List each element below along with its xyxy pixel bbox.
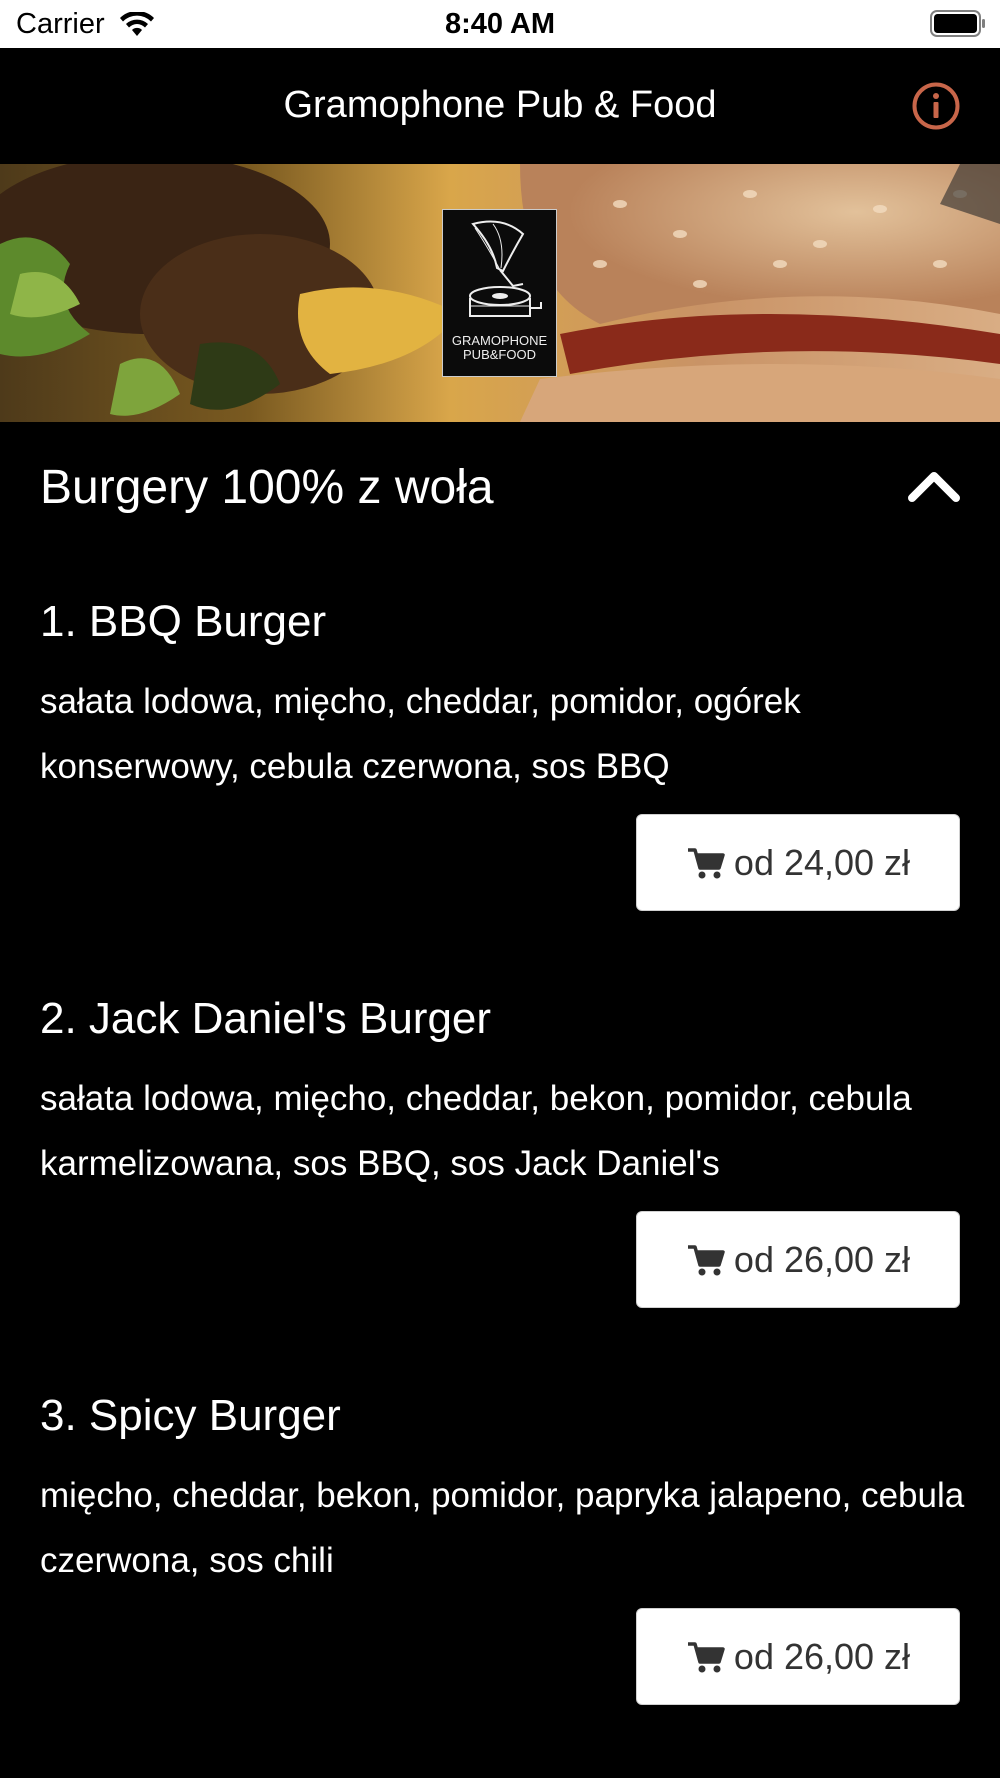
price-label: od 24,00 zł [733, 841, 911, 883]
add-to-cart-button[interactable]: od 24,00 zł [636, 814, 960, 911]
price-label: od 26,00 zł [733, 1635, 911, 1677]
gramophone-icon [469, 220, 542, 317]
chevron-up-icon[interactable] [908, 466, 960, 506]
item-description: sałata lodowa, mięcho, cheddar, bekon, p… [40, 1079, 912, 1183]
add-to-cart-button[interactable]: od 26,00 zł [636, 1608, 960, 1705]
hero-banner: GRAMOPHONE PUB&FOOD [0, 164, 1000, 422]
category-title: Burgery 100% z woła [40, 461, 494, 514]
navigation-bar: Gramophone Pub & Food [0, 48, 1000, 164]
logo-text-line1: GRAMOPHONE [451, 333, 548, 348]
menu-item: 1. BBQ Burger sałata lodowa, mięcho, che… [0, 597, 1000, 927]
add-to-cart-button[interactable]: od 26,00 zł [636, 1211, 960, 1308]
item-name: 1. BBQ Burger [40, 597, 327, 646]
status-time: 8:40 AM [444, 8, 556, 40]
info-button[interactable] [912, 82, 960, 130]
info-circle-icon [912, 82, 960, 130]
cart-icon [687, 1641, 725, 1672]
menu-item: 3. Spicy Burger mięcho, cheddar, bekon, … [0, 1391, 1000, 1721]
item-description: sałata lodowa, mięcho, cheddar, pomidor,… [40, 682, 801, 786]
item-name: 2. Jack Daniel's Burger [40, 994, 492, 1043]
cart-icon [687, 1244, 725, 1275]
price-label: od 26,00 zł [733, 1238, 911, 1280]
cart-icon [687, 847, 725, 878]
nav-title: Gramophone Pub & Food [283, 84, 717, 126]
menu-item: 2. Jack Daniel's Burger sałata lodowa, m… [0, 994, 1000, 1324]
item-description: mięcho, cheddar, bekon, pomidor, papryka… [40, 1476, 965, 1580]
battery-icon [930, 10, 985, 37]
category-header[interactable]: Burgery 100% z woła [0, 422, 1000, 552]
item-name: 3. Spicy Burger [40, 1391, 341, 1440]
restaurant-logo: GRAMOPHONE PUB&FOOD [442, 209, 557, 377]
status-bar: Carrier 8:40 AM [0, 0, 1000, 48]
logo-text-line2: PUB&FOOD [463, 347, 536, 362]
